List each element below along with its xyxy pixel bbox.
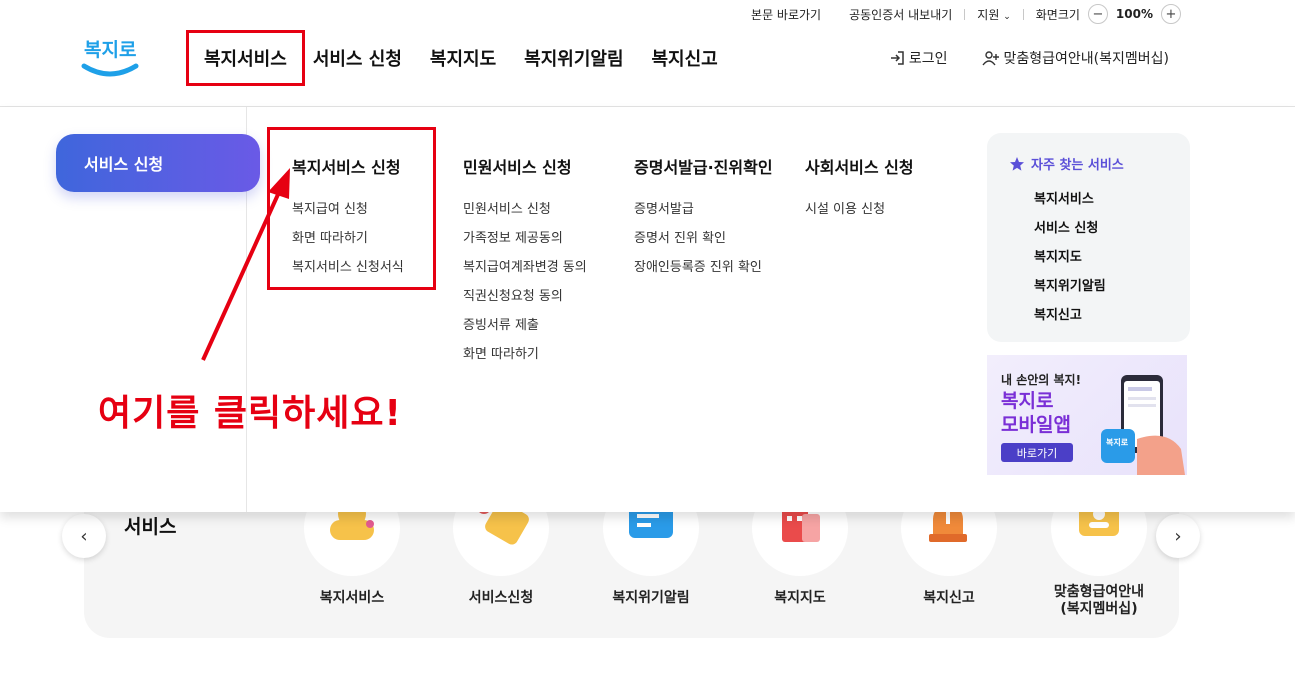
annotation-arrow xyxy=(201,168,290,361)
click-here-callout: 여기를 클릭하세요! xyxy=(98,393,402,434)
